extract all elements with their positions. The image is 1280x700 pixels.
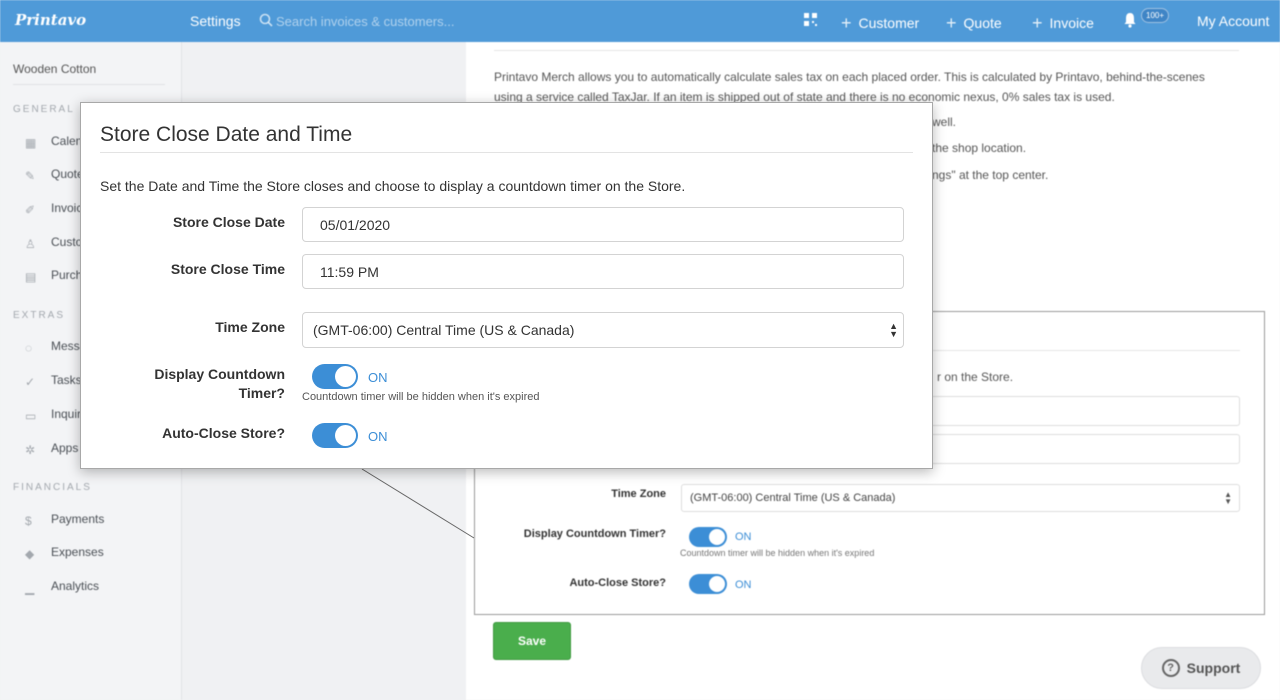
sidebar-item-expenses[interactable]: ◆ Expenses	[25, 545, 104, 561]
modal-title: Store Close Date and Time	[100, 123, 353, 146]
countdown-label: Display Countdown Timer?	[154, 366, 285, 401]
help-text-fragment: the shop location.	[932, 141, 1027, 155]
countdown-label-bg: Display Countdown Timer?	[523, 528, 666, 540]
autoclose-toggle[interactable]	[312, 423, 358, 448]
toggle-knob	[335, 366, 356, 387]
new-quote-button[interactable]: + Quote	[946, 12, 1002, 33]
notification-badge: 100+	[1141, 8, 1170, 23]
countdown-hint-bg: Countdown timer will be hidden when it's…	[680, 548, 875, 558]
time-zone-label: Time Zone	[215, 319, 285, 335]
new-invoice-button[interactable]: + Invoice	[1032, 12, 1094, 33]
calendar-icon: ▦	[25, 135, 37, 150]
modal-description: Set the Date and Time the Store closes a…	[100, 178, 686, 194]
plus-icon: +	[841, 13, 852, 33]
select-arrows-icon: ▲ ▼	[1224, 490, 1232, 506]
countdown-state: ON	[368, 370, 388, 385]
check-icon: ✓	[25, 374, 36, 389]
autoclose-toggle-bg[interactable]	[689, 574, 727, 594]
divider	[494, 50, 1239, 51]
select-arrows-icon: ▲ ▼	[889, 321, 898, 339]
pencil-icon: ✎	[25, 168, 36, 183]
countdown-toggle[interactable]	[312, 364, 358, 389]
store-close-modal: Store Close Date and Time Set the Date a…	[80, 102, 933, 469]
countdown-hint: Countdown timer will be hidden when it's…	[302, 391, 540, 403]
plus-icon: +	[1032, 13, 1043, 33]
time-zone-select-bg[interactable]: (GMT-06:00) Central Time (US & Canada) ▲ ▼	[681, 484, 1240, 512]
autoclose-state-bg: ON	[735, 579, 752, 591]
countdown-state-bg: ON	[735, 531, 752, 543]
sidebar-item-payments[interactable]: $ Payments	[25, 512, 104, 528]
autoclose-state: ON	[368, 429, 388, 444]
qr-code-icon[interactable]	[804, 13, 817, 26]
edit-icon: ✐	[25, 202, 36, 217]
user-icon: ♙	[25, 236, 36, 251]
toggle-knob	[709, 576, 725, 592]
support-button[interactable]: ? Support	[1141, 647, 1261, 689]
top-navbar: Printavo Settings +Customer +Quote +Invo…	[0, 0, 1280, 42]
plus-icon: +	[946, 13, 957, 33]
sidebar-item-tasks[interactable]: ✓ Tasks	[25, 373, 82, 389]
help-icon: ?	[1161, 659, 1180, 677]
save-button[interactable]: Save	[493, 622, 571, 660]
section-extras: EXTRAS	[13, 310, 66, 321]
sidebar-item-analytics[interactable]: ▁ Analytics	[25, 579, 99, 595]
section-general: GENERAL	[13, 104, 75, 115]
autoclose-label: Auto-Close Store?	[162, 425, 285, 441]
bell-icon[interactable]	[1123, 12, 1137, 28]
search-input[interactable]	[276, 10, 506, 32]
close-time-input[interactable]	[302, 254, 904, 289]
puzzle-icon: ✲	[25, 442, 36, 457]
shop-name[interactable]: Wooden Cotton	[13, 62, 96, 76]
document-icon: ▤	[25, 269, 37, 284]
dollar-icon: $	[25, 513, 32, 528]
help-text-fragment: well.	[932, 115, 957, 129]
bar-chart-icon: ▁	[25, 580, 35, 595]
time-zone-select[interactable]: (GMT-06:00) Central Time (US & Canada) ▲ ▼	[302, 312, 904, 348]
section-financials: FINANCIALS	[13, 482, 92, 493]
my-account-link[interactable]: My Account	[1197, 13, 1269, 29]
new-customer-button[interactable]: + Customer	[841, 12, 919, 33]
search-icon	[259, 13, 273, 27]
close-date-input[interactable]	[302, 207, 904, 242]
toggle-knob	[709, 529, 725, 545]
close-date-label: Store Close Date	[172, 214, 285, 230]
sales-tax-description: Printavo Merch allows you to automatical…	[494, 70, 1205, 104]
countdown-toggle-bg[interactable]	[689, 527, 727, 547]
inbox-icon: ▭	[25, 408, 37, 423]
chat-icon: ◌	[25, 340, 33, 355]
help-text-fragment: ngs" at the top center.	[932, 168, 1049, 182]
panel-description-fragment: r on the Store.	[937, 370, 1014, 384]
autoclose-label-bg: Auto-Close Store?	[569, 577, 666, 589]
settings-link[interactable]: Settings	[190, 13, 241, 29]
sidebar-item-apps[interactable]: ✲ Apps	[25, 441, 78, 457]
close-time-label: Store Close Time	[170, 261, 285, 277]
brand-logo[interactable]: Printavo	[15, 11, 86, 29]
divider	[13, 84, 165, 85]
toggle-knob	[335, 425, 356, 446]
tag-icon: ◆	[25, 546, 35, 561]
divider	[100, 152, 913, 153]
time-zone-label-bg: Time Zone	[611, 488, 666, 500]
